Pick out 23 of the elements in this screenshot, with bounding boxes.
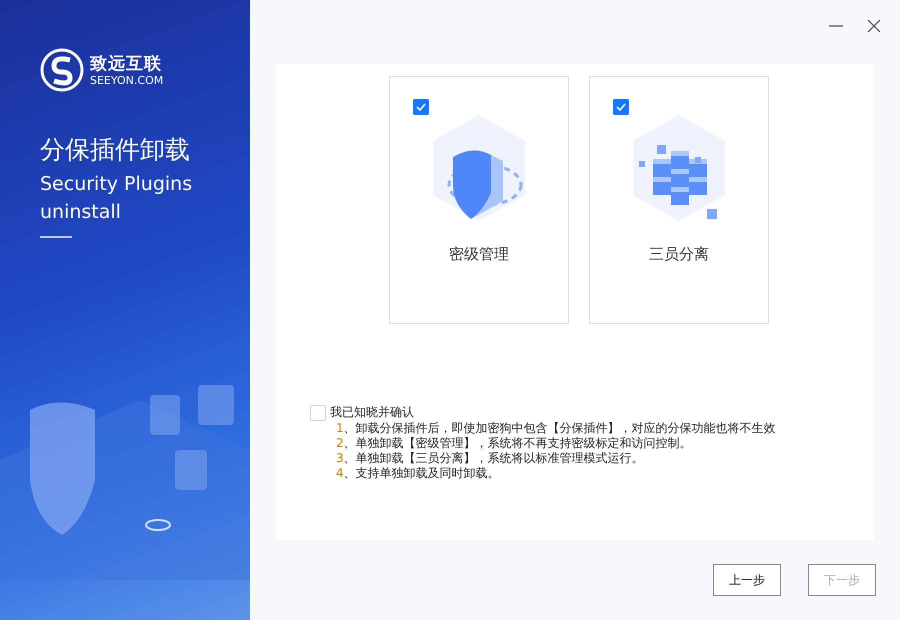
- checkmark-icon: [416, 103, 426, 111]
- note-text: 2、单独卸载【密级管理】，系统将不再支持密级标定和访问控制。: [336, 436, 693, 451]
- logo-icon: [40, 48, 84, 92]
- sidebar-subtitle: Security Plugins uninstall: [40, 172, 194, 225]
- confirm-label: 我已知晓并确认: [330, 404, 414, 421]
- shield-illustration-icon: [433, 115, 525, 221]
- brand-name: 致远互联: [90, 54, 163, 74]
- option-card[interactable]: 三员分离: [589, 76, 769, 324]
- checkmark-icon: [616, 103, 626, 111]
- sidebar-title: 分保插件卸载: [40, 134, 191, 166]
- option-label: 密级管理: [449, 245, 509, 264]
- previous-button[interactable]: 上一步: [713, 564, 781, 596]
- checkbox[interactable]: [413, 99, 429, 115]
- note-text: 4、支持单独卸载及同时卸载。: [336, 466, 501, 481]
- checkbox[interactable]: [613, 99, 629, 115]
- note-text: 3、单独卸载【三员分离】，系统将以标准管理模式运行。: [336, 451, 645, 466]
- cubes-illustration-icon: [633, 115, 725, 221]
- brand-domain: SEEYON.COM: [90, 74, 164, 86]
- note-text: 1、卸载分保插件后，即使加密狗中包含【分保插件】，对应的分保功能也将不生效: [336, 421, 777, 436]
- option-label: 三员分离: [649, 245, 709, 264]
- confirm-checkbox[interactable]: [310, 404, 326, 420]
- option-card[interactable]: 密级管理: [389, 76, 569, 324]
- close-icon[interactable]: [866, 18, 882, 34]
